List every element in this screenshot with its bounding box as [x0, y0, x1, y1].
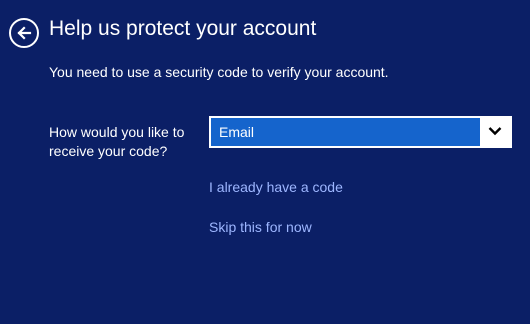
code-method-selected-value: Email	[211, 118, 480, 146]
skip-for-now-link[interactable]: Skip this for now	[209, 218, 312, 236]
select-arrow[interactable]	[480, 118, 510, 146]
back-arrow-icon	[16, 25, 32, 41]
receive-code-label: How would you like to receive your code?	[49, 124, 185, 159]
page-subtitle: You need to use a security code to verif…	[49, 64, 389, 80]
code-method-select[interactable]: Email	[209, 116, 512, 148]
page-title: Help us protect your account	[49, 17, 317, 40]
chevron-down-icon	[488, 123, 502, 141]
back-button[interactable]	[9, 18, 39, 48]
already-have-code-link[interactable]: I already have a code	[209, 178, 343, 196]
